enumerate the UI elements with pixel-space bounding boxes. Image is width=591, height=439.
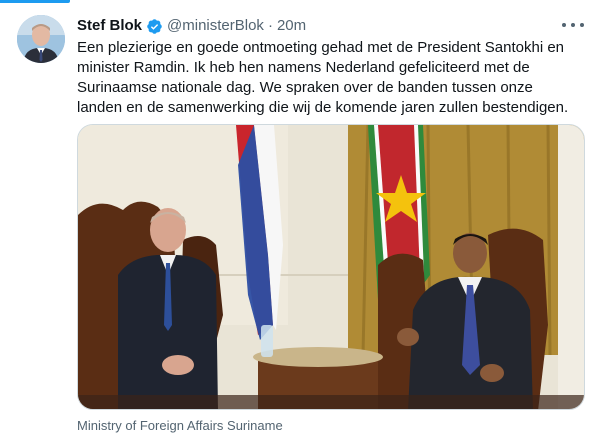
separator-dot: · [267,17,273,34]
photo-credit: Ministry of Foreign Affairs Suriname [77,418,283,433]
more-dot [580,23,584,27]
active-tab-underline [0,0,70,3]
verified-badge-icon [147,18,162,34]
author-handle[interactable]: @ministerBlok [167,16,264,36]
tweet-photo[interactable] [77,124,585,410]
avatar-image [17,15,65,63]
tweet-timestamp[interactable]: 20m [277,16,306,36]
tweet-header: Stef Blok @ministerBlok · 20m [77,16,306,36]
tweet-text: Een plezierige en goede ontmoeting gehad… [77,39,569,116]
avatar[interactable] [17,15,65,63]
more-options-icon[interactable] [562,18,584,32]
photo-meeting-scene [78,125,584,409]
top-tab-indicator [0,0,591,3]
author-name[interactable]: Stef Blok [77,16,142,36]
more-dot [562,23,566,27]
more-dot [571,23,575,27]
